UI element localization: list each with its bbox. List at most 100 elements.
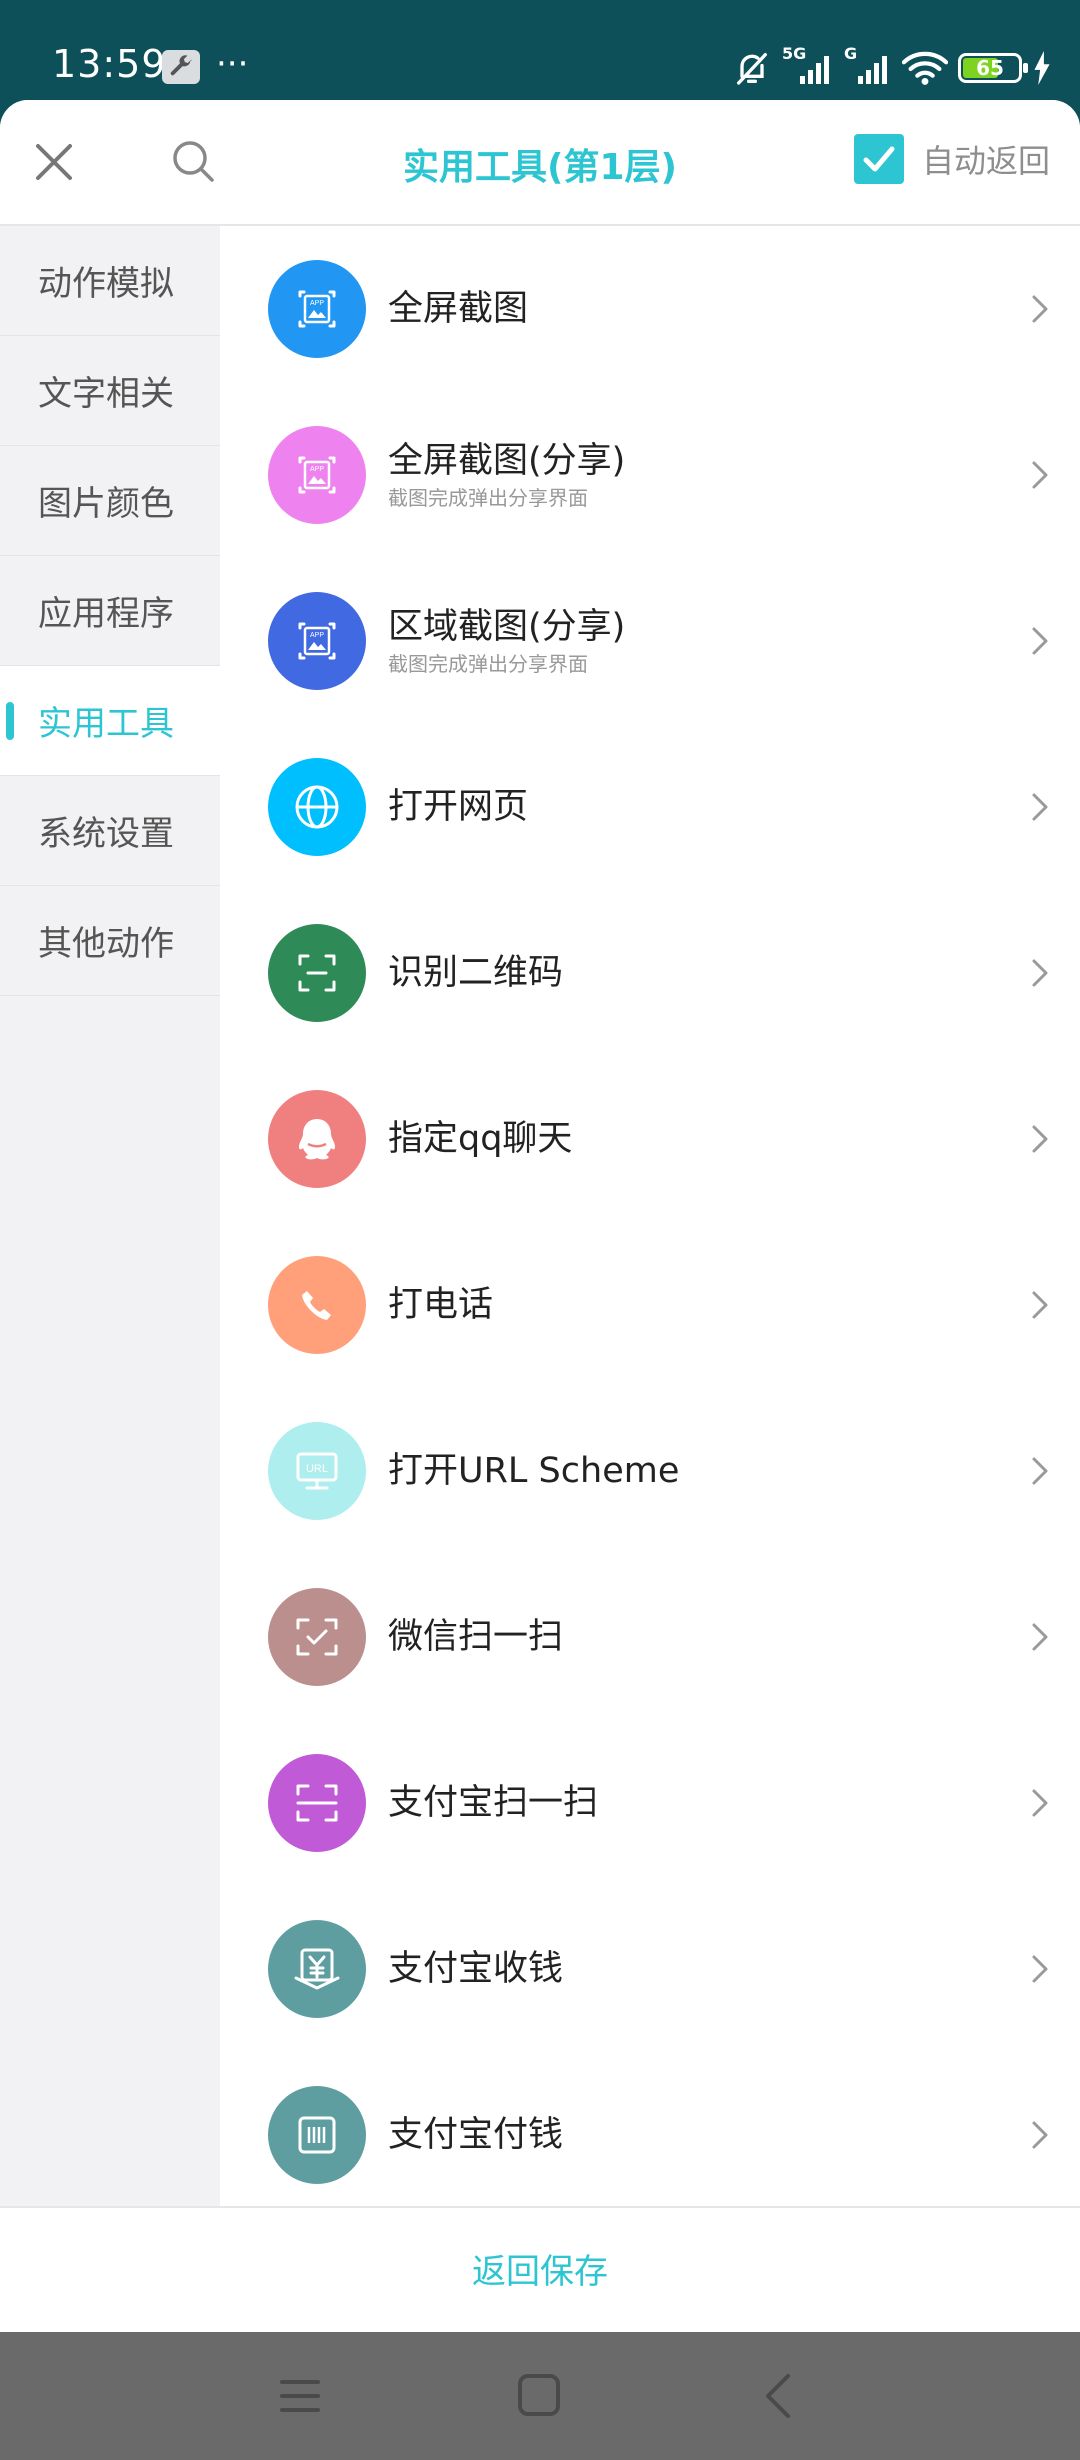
list-item[interactable]: APP 全屏截图(分享) 截图完成弹出分享界面 bbox=[222, 392, 1080, 558]
list-item[interactable]: 支付宝付钱 bbox=[222, 2052, 1080, 2206]
sidebar-item-6[interactable]: 其他动作 bbox=[0, 886, 220, 996]
list-item-text: 全屏截图(分享) 截图完成弹出分享界面 bbox=[388, 439, 625, 511]
return-save-button[interactable]: 返回保存 bbox=[0, 2244, 1080, 2293]
sidebar-item-5[interactable]: 系统设置 bbox=[0, 776, 220, 886]
list-item[interactable]: 指定qq聊天 bbox=[222, 1056, 1080, 1222]
svg-text:APP: APP bbox=[310, 300, 324, 307]
sidebar-item-label: 系统设置 bbox=[38, 814, 174, 854]
action-picker-panel: 实用工具(第1层) 自动返回 动作模拟文字相关图片颜色应用程序实用工具系统设置其… bbox=[0, 100, 1080, 2332]
list-item-text: 支付宝付钱 bbox=[388, 2113, 563, 2157]
auto-return-checkbox[interactable] bbox=[853, 134, 904, 184]
signal-icon-2: G bbox=[844, 44, 892, 86]
signal-icon: 5G bbox=[782, 44, 834, 86]
list-item-title: 支付宝付钱 bbox=[388, 2115, 564, 2155]
svg-text:URL: URL bbox=[306, 1463, 328, 1475]
sidebar-item-2[interactable]: 图片颜色 bbox=[0, 446, 220, 556]
check-icon bbox=[863, 146, 895, 172]
list-item[interactable]: 打电话 bbox=[222, 1222, 1080, 1388]
list-item-text: 区域截图(分享) 截图完成弹出分享界面 bbox=[388, 605, 625, 677]
alipay-scan-icon bbox=[268, 1754, 366, 1852]
list-item-text: 支付宝扫一扫 bbox=[388, 1781, 598, 1825]
list-item-title: 支付宝收钱 bbox=[388, 1949, 564, 1989]
globe-icon bbox=[268, 758, 366, 856]
sidebar-item-label: 图片颜色 bbox=[38, 484, 174, 524]
chevron-right-icon bbox=[1032, 793, 1048, 821]
chevron-right-icon bbox=[1032, 959, 1048, 987]
sidebar-item-label: 动作模拟 bbox=[38, 264, 174, 304]
chevron-right-icon bbox=[1032, 1457, 1048, 1485]
list-item-text: 打开URL Scheme bbox=[388, 1449, 679, 1493]
sidebar-item-label: 应用程序 bbox=[38, 594, 174, 634]
wechat-scan-icon bbox=[268, 1588, 366, 1686]
chevron-right-icon bbox=[1032, 1955, 1048, 1983]
sidebar-item-4[interactable]: 实用工具 bbox=[0, 666, 220, 776]
list-item-text: 打开网页 bbox=[388, 785, 528, 829]
list-item-title: 全屏截图 bbox=[388, 289, 529, 329]
sidebar-item-0[interactable]: 动作模拟 bbox=[0, 226, 220, 336]
status-bar: 13:59 ··· 5G G 65 bbox=[0, 0, 1080, 100]
sidebar-item-3[interactable]: 应用程序 bbox=[0, 556, 220, 666]
list-item[interactable]: APP 区域截图(分享) 截图完成弹出分享界面 bbox=[222, 558, 1080, 724]
category-sidebar: 动作模拟文字相关图片颜色应用程序实用工具系统设置其他动作 bbox=[0, 226, 220, 2206]
list-item-text: 微信扫一扫 bbox=[388, 1615, 563, 1659]
chevron-right-icon bbox=[1032, 1789, 1048, 1817]
status-time: 13:59 bbox=[52, 42, 167, 86]
list-item-title: 打电话 bbox=[388, 1285, 494, 1325]
list-item[interactable]: 识别二维码 bbox=[222, 890, 1080, 1056]
bell-muted-icon bbox=[737, 53, 767, 85]
chevron-right-icon bbox=[1032, 2121, 1048, 2149]
battery-level: 65 bbox=[976, 56, 1004, 80]
list-item-title: 识别二维码 bbox=[388, 953, 564, 993]
status-icons: 5G G 65 bbox=[732, 44, 1052, 88]
auto-return-toggle[interactable]: 自动返回 bbox=[853, 134, 1050, 184]
system-nav-bar bbox=[0, 2332, 1080, 2460]
list-item[interactable]: APP 全屏截图 bbox=[222, 226, 1080, 392]
list-item-title: 微信扫一扫 bbox=[388, 1617, 564, 1657]
wifi-icon bbox=[902, 51, 948, 85]
sidebar-item-label: 实用工具 bbox=[38, 704, 174, 744]
list-item[interactable]: 支付宝收钱 bbox=[222, 1886, 1080, 2052]
charging-icon bbox=[1034, 51, 1050, 85]
panel-header: 实用工具(第1层) 自动返回 bbox=[0, 100, 1080, 226]
list-item-text: 支付宝收钱 bbox=[388, 1947, 563, 1991]
list-item-title: 打开网页 bbox=[388, 787, 529, 827]
list-item-subtitle: 截图完成弹出分享界面 bbox=[388, 486, 588, 510]
screenshot-app-icon: APP bbox=[268, 260, 366, 358]
svg-text:APP: APP bbox=[310, 632, 324, 639]
chevron-right-icon bbox=[1032, 1623, 1048, 1651]
screenshot-app-icon: APP bbox=[268, 426, 366, 524]
yuan-receive-icon bbox=[268, 1920, 366, 2018]
url-monitor-icon: URL bbox=[268, 1422, 366, 1520]
barcode-pay-icon bbox=[268, 2086, 366, 2184]
home-square-icon[interactable] bbox=[516, 2372, 562, 2418]
list-item-title: 全屏截图(分享) bbox=[388, 441, 626, 481]
list-item[interactable]: URL 打开URL Scheme bbox=[222, 1388, 1080, 1554]
back-chevron-icon[interactable] bbox=[760, 2372, 794, 2420]
list-item-title: 支付宝扫一扫 bbox=[388, 1783, 599, 1823]
svg-text:APP: APP bbox=[310, 466, 324, 473]
list-item[interactable]: 支付宝扫一扫 bbox=[222, 1720, 1080, 1886]
chevron-right-icon bbox=[1032, 627, 1048, 655]
menu-icon[interactable] bbox=[278, 2376, 322, 2416]
more-dots-icon: ··· bbox=[216, 44, 249, 84]
list-item[interactable]: 微信扫一扫 bbox=[222, 1554, 1080, 1720]
list-item-title: 区域截图(分享) bbox=[388, 607, 626, 647]
list-item-text: 打电话 bbox=[388, 1283, 493, 1327]
scan-frame-icon bbox=[268, 924, 366, 1022]
list-item-text: 全屏截图 bbox=[388, 287, 528, 331]
list-item-title: 指定qq聊天 bbox=[388, 1119, 573, 1159]
list-item-text: 指定qq聊天 bbox=[388, 1117, 572, 1161]
list-item[interactable]: 打开网页 bbox=[222, 724, 1080, 890]
screenshot-app-icon: APP bbox=[268, 592, 366, 690]
battery-icon: 65 bbox=[958, 53, 1028, 83]
list-item-title: 打开URL Scheme bbox=[388, 1451, 680, 1491]
sidebar-item-1[interactable]: 文字相关 bbox=[0, 336, 220, 446]
action-list: APP 全屏截图 APP 全屏截图(分享) 截图完成弹出分享界面 APP 区域截图(分享) 截… bbox=[222, 226, 1080, 2206]
sidebar-item-label: 其他动作 bbox=[38, 924, 174, 964]
chevron-right-icon bbox=[1032, 295, 1048, 323]
phone-icon bbox=[268, 1256, 366, 1354]
chevron-right-icon bbox=[1032, 1291, 1048, 1319]
chevron-right-icon bbox=[1032, 461, 1048, 489]
list-item-subtitle: 截图完成弹出分享界面 bbox=[388, 652, 588, 676]
qq-penguin-icon bbox=[268, 1090, 366, 1188]
